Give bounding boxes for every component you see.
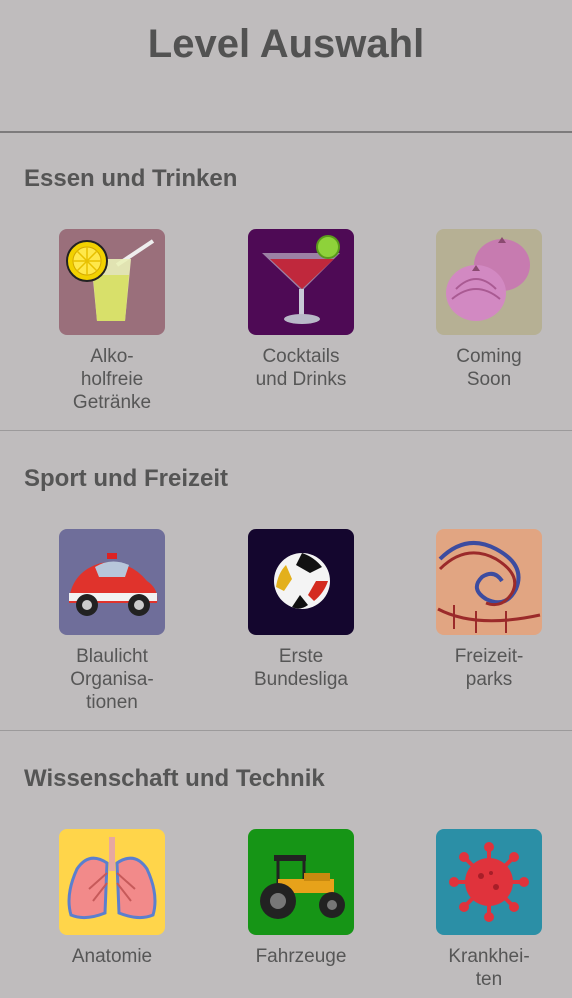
rollercoaster-icon [436, 529, 542, 635]
app-header: Level Auswahl [0, 0, 572, 133]
page-title: Level Auswahl [147, 22, 425, 66]
fire-beetle-car-icon [59, 529, 165, 635]
level-tile-alkoholfreie-getraenke[interactable]: Alko- holfreie Getränke [32, 229, 192, 414]
tile-label: Anatomie [71, 946, 153, 967]
cocktail-icon [248, 229, 354, 335]
onion-icon [436, 229, 542, 335]
section-wissenschaft-und-technik: Wissenschaft und Technik Anatomie Fahrze… [0, 733, 572, 998]
level-tile-krankheiten[interactable]: Krankhei- ten [409, 829, 569, 991]
tractor-icon [248, 829, 354, 935]
tile-label: Blaulicht Organisa- tionen [70, 646, 154, 713]
football-icon [248, 529, 354, 635]
section-title: Essen und Trinken [24, 165, 238, 192]
tile-label: Coming Soon [456, 346, 522, 390]
section-divider [0, 730, 572, 731]
lungs-icon [59, 829, 165, 935]
section-sport-und-freizeit: Sport und Freizeit Blaulicht Organisa- t… [0, 433, 572, 730]
level-tile-erste-bundesliga[interactable]: Erste Bundesliga [221, 529, 381, 691]
lemonade-icon [59, 229, 165, 335]
tile-label: Alko- holfreie Getränke [72, 346, 152, 413]
level-tile-coming-soon[interactable]: Coming Soon [409, 229, 569, 391]
tile-label: Erste Bundesliga [253, 646, 349, 690]
tile-label: Fahrzeuge [255, 946, 347, 967]
tile-label: Krankhei- ten [448, 946, 530, 990]
level-tile-anatomie[interactable]: Anatomie [32, 829, 192, 968]
tile-label: Cocktails und Drinks [255, 346, 347, 390]
section-title: Wissenschaft und Technik [24, 765, 325, 792]
virus-icon [436, 829, 542, 935]
section-title: Sport und Freizeit [24, 465, 228, 492]
level-tile-freizeitparks[interactable]: Freizeit- parks [409, 529, 569, 691]
tile-label: Freizeit- parks [454, 646, 524, 690]
level-tile-blaulicht-organisationen[interactable]: Blaulicht Organisa- tionen [32, 529, 192, 714]
level-tile-fahrzeuge[interactable]: Fahrzeuge [221, 829, 381, 968]
level-tile-cocktails-und-drinks[interactable]: Cocktails und Drinks [221, 229, 381, 391]
section-essen-und-trinken: Essen und Trinken Alko- holfreie Getränk… [0, 133, 572, 430]
section-divider [0, 430, 572, 431]
